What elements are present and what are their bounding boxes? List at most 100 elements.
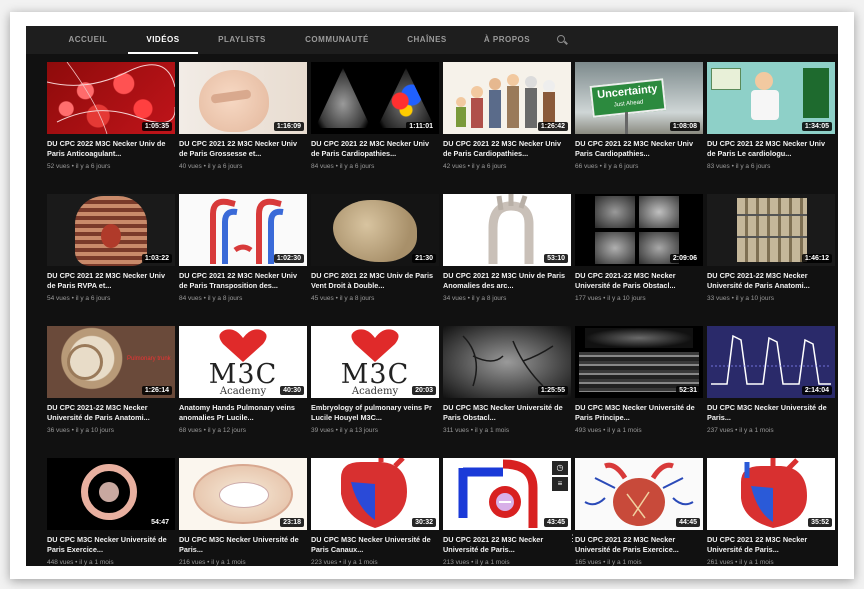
video-card[interactable]: 1:34:05 DU CPC 2021 22 M3C Necker Univ d… <box>707 62 835 188</box>
video-meta: 84 vues • il y a 6 jours <box>311 163 375 170</box>
video-thumbnail[interactable]: Pulmonary trunk 1:26:14 <box>47 326 175 398</box>
video-card[interactable]: 35:52 DU CPC 2021 22 M3C Necker Universi… <box>707 458 835 566</box>
video-card[interactable]: 1:05:35 DU CPC 2022 M3C Necker Univ de P… <box>47 62 175 188</box>
video-title[interactable]: Embryology of pulmonary veins Pr Lucile … <box>311 403 439 423</box>
video-title[interactable]: DU CPC 2021 22 M3C Necker Univ de Paris … <box>47 271 175 291</box>
video-card[interactable]: 2:14:04 DU CPC M3C Necker Université de … <box>707 326 835 452</box>
video-meta: 36 vues • il y a 10 jours <box>47 427 114 434</box>
video-thumbnail[interactable]: Uncertainty Just Ahead 1:08:08 <box>575 62 703 134</box>
video-card[interactable]: 54:47 DU CPC M3C Necker Université de Pa… <box>47 458 175 566</box>
tab-chaines[interactable]: CHAÎNES <box>388 26 466 54</box>
video-meta: 83 vues • il y a 6 jours <box>707 163 771 170</box>
video-meta: 34 vues • il y a 8 jours <box>443 295 507 302</box>
tab-communaute[interactable]: COMMUNAUTÉ <box>286 26 388 54</box>
video-card[interactable]: 1:02:30 DU CPC 2021 22 M3C Necker Univ d… <box>179 194 307 320</box>
video-thumbnail[interactable]: 52:31 <box>575 326 703 398</box>
tab-playlists[interactable]: PLAYLISTS <box>198 26 286 54</box>
tab-a-propos[interactable]: À PROPOS <box>466 26 548 54</box>
clock-icon[interactable]: ◷ <box>552 461 568 475</box>
tab-accueil[interactable]: ACCUEIL <box>48 26 128 54</box>
video-thumbnail[interactable]: 1:16:09 <box>179 62 307 134</box>
queue-icon[interactable]: ≡ <box>552 477 568 491</box>
video-thumbnail[interactable]: M3C Academy 20:03 <box>311 326 439 398</box>
video-title[interactable]: DU CPC M3C Necker Université de Paris Ca… <box>311 535 439 555</box>
video-card[interactable]: M3C Academy 40:30 Anatomy Hands Pulmonar… <box>179 326 307 452</box>
video-duration: 1:02:30 <box>273 254 304 263</box>
video-thumbnail[interactable]: 1:02:30 <box>179 194 307 266</box>
video-title[interactable]: DU CPC 2021 22 M3C Univ de Paris Anomali… <box>443 271 571 291</box>
video-title[interactable]: DU CPC 2021-22 M3C Necker Université de … <box>47 403 175 423</box>
video-card[interactable]: Pulmonary trunk 1:26:14 DU CPC 2021-22 M… <box>47 326 175 452</box>
video-thumbnail[interactable]: 35:52 <box>707 458 835 530</box>
video-card[interactable]: 1:26:42 DU CPC 2021 22 M3C Necker Univ d… <box>443 62 571 188</box>
video-meta: 68 vues • il y a 12 jours <box>179 427 246 434</box>
video-title[interactable]: DU CPC 2021 22 M3C Necker Université de … <box>707 535 835 555</box>
video-thumbnail[interactable]: 1:11:01 <box>311 62 439 134</box>
video-thumbnail[interactable]: 2:09:06 <box>575 194 703 266</box>
video-title[interactable]: DU CPC M3C Necker Université de Paris Ob… <box>443 403 571 423</box>
video-title[interactable]: DU CPC M3C Necker Université de Paris Ex… <box>47 535 175 555</box>
video-card[interactable]: 30:32 DU CPC M3C Necker Université de Pa… <box>311 458 439 566</box>
video-card[interactable]: 52:31 DU CPC M3C Necker Université de Pa… <box>575 326 703 452</box>
video-title[interactable]: DU CPC 2021 22 M3C Necker Univ de Paris … <box>179 139 307 159</box>
video-meta: 213 vues • il y a 1 mois <box>443 559 510 566</box>
video-card[interactable]: Uncertainty Just Ahead 1:08:08 DU CPC 20… <box>575 62 703 188</box>
video-title[interactable]: DU CPC 2021 22 M3C Necker Univ de Paris … <box>311 139 439 159</box>
video-thumbnail[interactable]: 54:47 <box>47 458 175 530</box>
video-card[interactable]: 21:30 DU CPC 2021 22 M3C Univ de Paris V… <box>311 194 439 320</box>
video-card[interactable]: 1:25:55 DU CPC M3C Necker Université de … <box>443 326 571 452</box>
video-title[interactable]: DU CPC 2021 22 M3C Univ de Paris Vent Dr… <box>311 271 439 291</box>
video-thumbnail[interactable]: 23:18 <box>179 458 307 530</box>
video-title[interactable]: DU CPC 2021 22 M3C Necker Université de … <box>443 535 571 555</box>
video-thumbnail[interactable]: 44:45 <box>575 458 703 530</box>
video-card[interactable]: M3C Academy 20:03 Embryology of pulmonar… <box>311 326 439 452</box>
video-card[interactable]: 2:09:06 DU CPC 2021-22 M3C Necker Univer… <box>575 194 703 320</box>
video-title[interactable]: DU CPC 2022 M3C Necker Univ de Paris Ant… <box>47 139 175 159</box>
video-duration: 1:34:05 <box>801 122 832 131</box>
video-thumbnail[interactable]: 1:34:05 <box>707 62 835 134</box>
video-title[interactable]: DU CPC 2021 22 M3C Necker Univ de Paris … <box>443 139 571 159</box>
video-thumbnail[interactable]: 2:14:04 <box>707 326 835 398</box>
video-card[interactable]: 1:16:09 DU CPC 2021 22 M3C Necker Univ d… <box>179 62 307 188</box>
video-title[interactable]: Anatomy Hands Pulmonary veins anomalies … <box>179 403 307 423</box>
road-sign-icon: Uncertainty Just Ahead <box>589 78 667 118</box>
video-thumbnail[interactable]: M3C Academy 40:30 <box>179 326 307 398</box>
video-title[interactable]: DU CPC 2021 22 M3C Necker Univ de Paris … <box>179 271 307 291</box>
video-thumbnail[interactable]: 1:25:55 <box>443 326 571 398</box>
video-card[interactable]: 44:45 DU CPC 2021 22 M3C Necker Universi… <box>575 458 703 566</box>
video-title[interactable]: DU CPC 2021 22 M3C Necker Univ de Paris … <box>707 139 835 159</box>
video-thumbnail[interactable]: ◷ ≡ 43:45 <box>443 458 571 530</box>
video-title[interactable]: DU CPC M3C Necker Université de Paris... <box>179 535 307 555</box>
info-panel-icon <box>711 68 741 90</box>
video-thumbnail[interactable]: 53:10 <box>443 194 571 266</box>
video-duration: 53:10 <box>544 254 568 263</box>
video-thumbnail[interactable]: 1:05:35 <box>47 62 175 134</box>
video-duration: 1:16:09 <box>273 122 304 131</box>
tab-videos[interactable]: VIDÉOS <box>128 26 198 54</box>
video-title[interactable]: DU CPC 2021-22 M3C Necker Université de … <box>707 271 835 291</box>
video-thumbnail[interactable]: 30:32 <box>311 458 439 530</box>
echo-image-icon <box>315 68 371 128</box>
video-meta: 66 vues • il y a 6 jours <box>575 163 639 170</box>
video-meta: 42 vues • il y a 6 jours <box>443 163 507 170</box>
video-thumbnail[interactable]: 1:03:22 <box>47 194 175 266</box>
video-duration: 1:46:12 <box>801 254 832 263</box>
video-title[interactable]: DU CPC 2021 22 M3C Necker Univ Paris Car… <box>575 139 703 159</box>
video-duration: 23:18 <box>280 518 304 527</box>
video-thumbnail[interactable]: 1:26:42 <box>443 62 571 134</box>
video-card[interactable]: 53:10 DU CPC 2021 22 M3C Univ de Paris A… <box>443 194 571 320</box>
video-card[interactable]: 1:03:22 DU CPC 2021 22 M3C Necker Univ d… <box>47 194 175 320</box>
video-card[interactable]: 1:11:01 DU CPC 2021 22 M3C Necker Univ d… <box>311 62 439 188</box>
search-icon[interactable] <box>554 26 570 54</box>
video-thumbnail[interactable]: 21:30 <box>311 194 439 266</box>
video-title[interactable]: DU CPC M3C Necker Université de Paris Pr… <box>575 403 703 423</box>
video-card[interactable]: 23:18 DU CPC M3C Necker Université de Pa… <box>179 458 307 566</box>
video-title[interactable]: DU CPC 2021 22 M3C Necker Université de … <box>575 535 703 555</box>
heart-icon <box>101 224 121 248</box>
video-title[interactable]: DU CPC M3C Necker Université de Paris... <box>707 403 835 423</box>
video-card[interactable]: ◷ ≡ 43:45 ⋮ DU CPC 2021 22 M3C Necker Un… <box>443 458 577 566</box>
video-duration: 54:47 <box>148 518 172 527</box>
video-title[interactable]: DU CPC 2021-22 M3C Necker Université de … <box>575 271 703 291</box>
video-card[interactable]: 1:46:12 DU CPC 2021-22 M3C Necker Univer… <box>707 194 835 320</box>
video-thumbnail[interactable]: 1:46:12 <box>707 194 835 266</box>
